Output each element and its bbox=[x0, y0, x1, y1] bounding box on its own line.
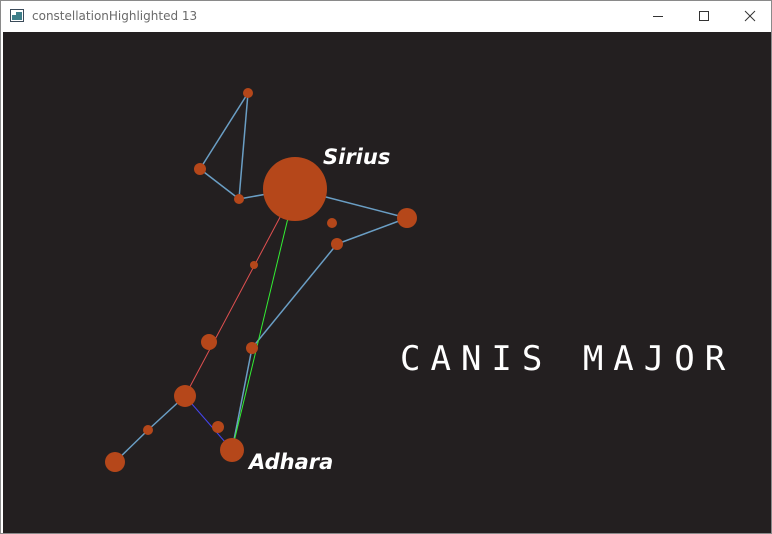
constellation-line bbox=[231, 347, 253, 451]
star[interactable] bbox=[174, 385, 196, 407]
app-window: constellationHighlighted 13 Sirius Adhar… bbox=[0, 0, 772, 534]
highlight-line-green bbox=[231, 188, 296, 451]
close-button[interactable] bbox=[727, 1, 772, 31]
star-sirius[interactable] bbox=[263, 157, 327, 221]
highlight-line-red bbox=[184, 188, 296, 397]
star[interactable] bbox=[201, 334, 217, 350]
maximize-button[interactable] bbox=[681, 1, 727, 31]
maximize-icon bbox=[699, 11, 709, 21]
star[interactable] bbox=[143, 425, 153, 435]
star-label-sirius: Sirius bbox=[323, 145, 390, 169]
close-icon bbox=[744, 10, 756, 22]
star[interactable] bbox=[243, 88, 253, 98]
star[interactable] bbox=[212, 421, 224, 433]
constellation-line bbox=[199, 92, 249, 170]
render-canvas[interactable]: Sirius Adhara CANIS MAJOR bbox=[3, 32, 771, 533]
constellation-scene: Sirius Adhara CANIS MAJOR bbox=[105, 88, 735, 474]
constellation-line bbox=[251, 243, 338, 349]
star[interactable] bbox=[234, 194, 244, 204]
star[interactable] bbox=[194, 163, 206, 175]
constellation-line bbox=[336, 217, 408, 245]
star[interactable] bbox=[105, 452, 125, 472]
app-icon bbox=[10, 9, 24, 22]
star[interactable] bbox=[331, 238, 343, 250]
star[interactable] bbox=[250, 261, 258, 269]
minimize-button[interactable] bbox=[635, 1, 681, 31]
constellation-name: CANIS MAJOR bbox=[400, 339, 735, 379]
star[interactable] bbox=[397, 208, 417, 228]
constellation-line bbox=[199, 168, 240, 200]
minimize-icon bbox=[653, 16, 663, 17]
window-title: constellationHighlighted 13 bbox=[32, 9, 198, 23]
star[interactable] bbox=[327, 218, 337, 228]
title-bar[interactable]: constellationHighlighted 13 bbox=[1, 1, 771, 31]
star[interactable] bbox=[246, 342, 258, 354]
star-label-adhara: Adhara bbox=[247, 450, 333, 474]
star-adhara[interactable] bbox=[220, 438, 244, 462]
constellation-line bbox=[238, 92, 249, 200]
